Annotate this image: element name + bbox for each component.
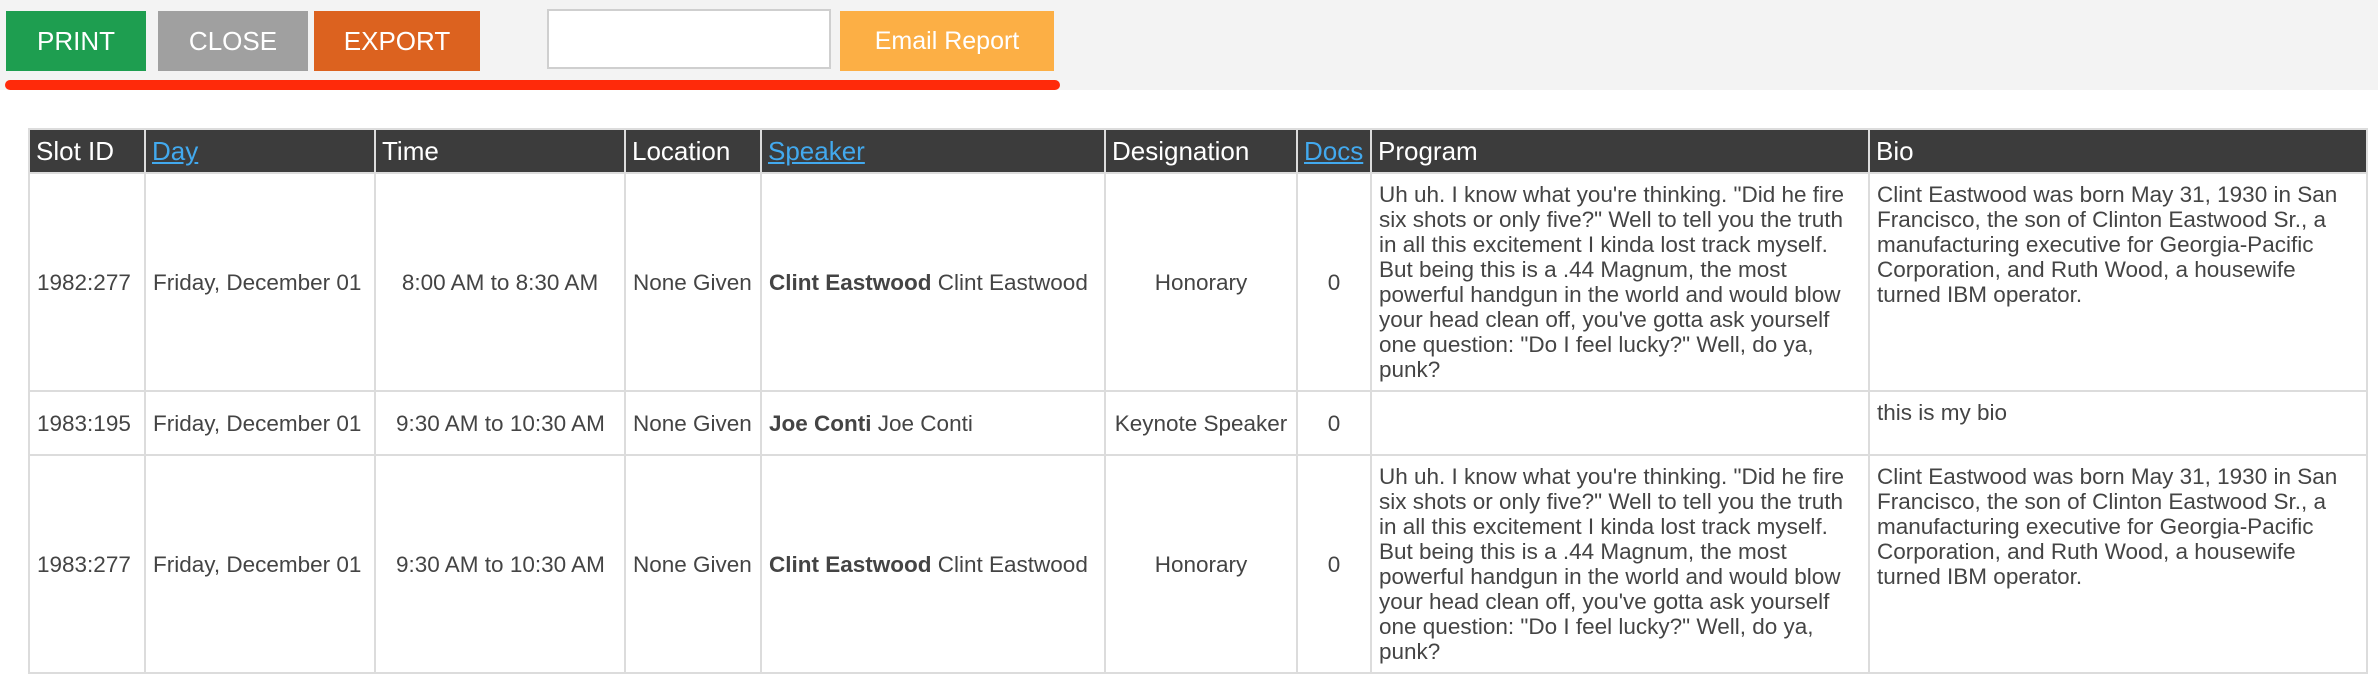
print-button[interactable]: PRINT [6, 11, 146, 71]
speaker-bold-name: Clint Eastwood [769, 551, 932, 577]
report-toolbar: PRINT CLOSE EXPORT Email Report [0, 0, 2378, 90]
sort-docs-link[interactable]: Docs [1304, 136, 1363, 166]
cell-time: 9:30 AM to 10:30 AM [374, 390, 626, 456]
cell-day: Friday, December 01 [144, 454, 376, 674]
header-docs: Docs [1296, 128, 1372, 174]
table-header-row: Slot ID Day Time Location Speaker Design… [28, 128, 2368, 174]
red-underline-annotation [5, 80, 1060, 90]
cell-program: Uh uh. I know what you're thinking. "Did… [1370, 454, 1870, 674]
header-designation: Designation [1104, 128, 1298, 174]
table-row: 1982:277 Friday, December 01 8:00 AM to … [28, 172, 2368, 392]
cell-slot-id: 1983:195 [28, 390, 146, 456]
cell-location: None Given [624, 172, 762, 392]
cell-speaker: Clint Eastwood Clint Eastwood [760, 172, 1106, 392]
email-report-button[interactable]: Email Report [840, 11, 1054, 71]
speaker-bold-name: Clint Eastwood [769, 269, 932, 295]
table-row: 1983:195 Friday, December 01 9:30 AM to … [28, 390, 2368, 456]
cell-bio: Clint Eastwood was born May 31, 1930 in … [1868, 454, 2368, 674]
sort-day-link[interactable]: Day [152, 136, 198, 166]
header-location: Location [624, 128, 762, 174]
header-bio: Bio [1868, 128, 2368, 174]
cell-designation: Honorary [1104, 454, 1298, 674]
cell-designation: Keynote Speaker [1104, 390, 1298, 456]
table-row: 1983:277 Friday, December 01 9:30 AM to … [28, 454, 2368, 674]
cell-slot-id: 1983:277 [28, 454, 146, 674]
cell-docs: 0 [1296, 390, 1372, 456]
cell-designation: Honorary [1104, 172, 1298, 392]
cell-slot-id: 1982:277 [28, 172, 146, 392]
export-button[interactable]: EXPORT [314, 11, 480, 71]
cell-speaker: Clint Eastwood Clint Eastwood [760, 454, 1106, 674]
cell-docs: 0 [1296, 172, 1372, 392]
cell-day: Friday, December 01 [144, 172, 376, 392]
cell-program [1370, 390, 1870, 456]
header-program: Program [1370, 128, 1870, 174]
cell-location: None Given [624, 390, 762, 456]
header-speaker: Speaker [760, 128, 1106, 174]
cell-time: 8:00 AM to 8:30 AM [374, 172, 626, 392]
cell-day: Friday, December 01 [144, 390, 376, 456]
cell-location: None Given [624, 454, 762, 674]
close-button[interactable]: CLOSE [158, 11, 308, 71]
speaker-name: Joe Conti [877, 410, 973, 436]
cell-bio: Clint Eastwood was born May 31, 1930 in … [1868, 172, 2368, 392]
cell-docs: 0 [1296, 454, 1372, 674]
speaker-bold-name: Joe Conti [769, 410, 872, 436]
speaker-name: Clint Eastwood [937, 269, 1088, 295]
speaker-name: Clint Eastwood [937, 551, 1088, 577]
speaker-schedule-table: Slot ID Day Time Location Speaker Design… [28, 128, 2368, 674]
cell-time: 9:30 AM to 10:30 AM [374, 454, 626, 674]
cell-program: Uh uh. I know what you're thinking. "Did… [1370, 172, 1870, 392]
email-input[interactable] [547, 9, 831, 69]
sort-speaker-link[interactable]: Speaker [768, 136, 865, 166]
cell-bio: this is my bio [1868, 390, 2368, 456]
cell-speaker: Joe Conti Joe Conti [760, 390, 1106, 456]
header-time: Time [374, 128, 626, 174]
header-slot-id: Slot ID [28, 128, 146, 174]
header-day: Day [144, 128, 376, 174]
